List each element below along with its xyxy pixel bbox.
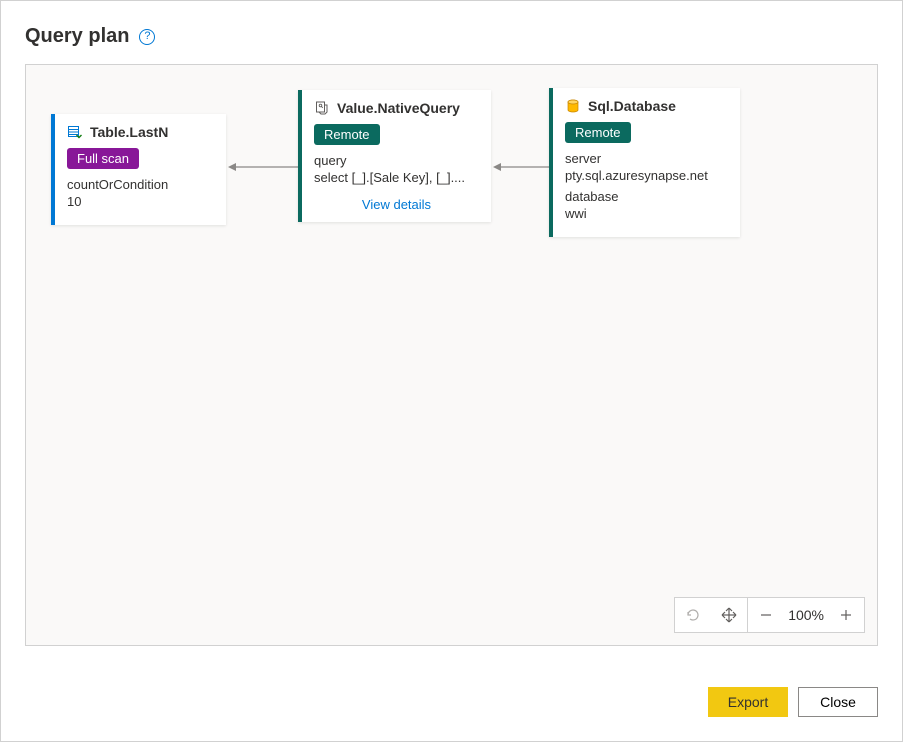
node-title: Table.LastN <box>90 124 168 140</box>
field-value: select [_].[Sale Key], [_].... <box>314 170 479 185</box>
plan-canvas[interactable]: Table.LastN Full scan countOrCondition 1… <box>25 64 878 646</box>
dialog-footer: Export Close <box>708 687 878 717</box>
table-icon <box>67 124 83 140</box>
badge-remote: Remote <box>565 122 631 143</box>
arrow <box>491 161 549 173</box>
query-icon <box>314 100 330 116</box>
arrow <box>226 161 298 173</box>
badge-remote: Remote <box>314 124 380 145</box>
field-label: server <box>565 151 728 166</box>
canvas-toolbar: 100% <box>674 597 865 633</box>
help-icon[interactable]: ? <box>139 29 155 45</box>
field-value: 10 <box>67 194 214 209</box>
field-value: wwi <box>565 206 728 221</box>
field-value: pty.sql.azuresynapse.net <box>565 168 728 183</box>
reset-view-button[interactable] <box>675 597 711 633</box>
zoom-in-button[interactable] <box>834 597 858 633</box>
node-title: Value.NativeQuery <box>337 100 460 116</box>
node-table-lastn[interactable]: Table.LastN Full scan countOrCondition 1… <box>51 114 226 225</box>
dialog-title: Query plan <box>25 25 129 48</box>
zoom-out-button[interactable] <box>754 597 778 633</box>
fit-to-screen-button[interactable] <box>711 597 747 633</box>
field-label: database <box>565 189 728 204</box>
node-value-nativequery[interactable]: Value.NativeQuery Remote query select [_… <box>298 90 491 222</box>
zoom-level-label: 100% <box>782 607 830 623</box>
export-button[interactable]: Export <box>708 687 788 717</box>
query-plan-dialog: Query plan ? <box>0 0 903 742</box>
field-label: query <box>314 153 479 168</box>
node-sql-database[interactable]: Sql.Database Remote server pty.sql.azure… <box>549 88 740 237</box>
badge-full-scan: Full scan <box>67 148 139 169</box>
close-button[interactable]: Close <box>798 687 878 717</box>
node-title: Sql.Database <box>588 98 676 114</box>
dialog-header: Query plan ? <box>25 25 878 48</box>
field-label: countOrCondition <box>67 177 214 192</box>
database-icon <box>565 98 581 114</box>
view-details-link[interactable]: View details <box>314 191 479 212</box>
